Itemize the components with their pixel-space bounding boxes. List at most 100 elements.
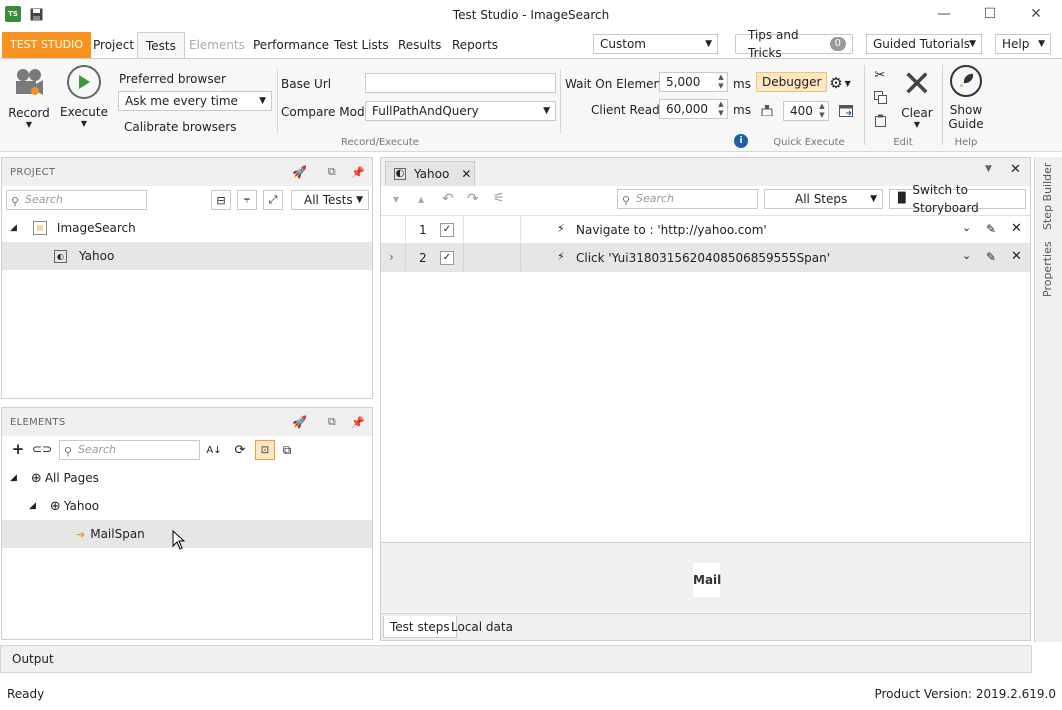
step-grip[interactable] [381,216,406,243]
project-icon: ▤ [32,221,47,235]
restore-icon[interactable]: ⧉ [324,164,340,180]
side-tab-step-builder[interactable]: Step Builder [1041,163,1054,230]
copy-icon[interactable] [872,89,888,105]
sort-icon[interactable]: A↓ [205,441,223,459]
redo-icon[interactable]: ↷ [467,191,479,207]
guided-tutorials-button[interactable]: Guided Tutorials ▼ [866,34,982,54]
move-up-icon[interactable]: ▲ [418,195,424,204]
cut-icon[interactable]: ✂ [872,67,888,83]
step-row-1[interactable]: 1 ✓ ⚡ Navigate to : 'http://yahoo.com' ⌄… [381,216,1030,244]
switch-storyboard-button[interactable]: ▐▌ Switch to Storyboard [889,183,1026,215]
tips-button[interactable]: Tips and Tricks 0 [735,28,853,60]
tree-item-yahoo-page[interactable]: ◢ ⊕ Yahoo [2,492,372,520]
wait-on-elements-label: Wait On Elements [565,77,673,91]
edit-step-icon[interactable]: ✎ [986,250,996,264]
window-icon[interactable] [838,103,854,119]
move-down-icon[interactable]: ▼ [393,195,399,204]
highlight-toggle-icon[interactable]: ⊡ [255,440,275,460]
clear-button[interactable]: ✕ Clear ▼ [896,67,938,135]
compare-mode-select[interactable]: FullPathAndQuery ▼ [365,101,556,121]
status-bar: Ready Product Version: 2019.2.619.0 [0,680,1062,710]
tree-item-imagesearch[interactable]: ◢ ▤ ImageSearch [2,214,372,242]
execute-button[interactable]: Execute ▼ [60,65,108,135]
spinner-arrows-icon[interactable]: ▲ ▼ [715,100,727,118]
rocket-icon[interactable]: 🚀 [292,414,308,430]
group-label-record-execute: Record/Execute [341,137,419,148]
speed-input[interactable]: 400 ▲ ▼ [783,101,829,121]
tab-project[interactable]: Project [85,32,142,58]
collapse-triangle-icon[interactable]: ◢ [10,473,17,483]
compare-mode-value: FullPathAndQuery [372,104,479,118]
collapse-triangle-icon[interactable]: ◢ [29,501,36,511]
base-url-input[interactable] [365,73,556,93]
client-ready-input[interactable]: 60,000 ▲ ▼ [659,99,728,119]
tab-performance[interactable]: Performance [245,32,337,58]
output-bar[interactable]: Output [0,645,1032,673]
edit-step-icon[interactable]: ✎ [986,222,996,236]
step-row-2[interactable]: › 2 ✓ ⚡ Click 'Yui3180315620408506859555… [381,244,1030,272]
test-filter-select[interactable]: All Tests ▼ [291,190,369,210]
step-enabled-checkbox[interactable]: ✓ [440,251,454,265]
wait-on-elements-input[interactable]: 5,000 ▲ ▼ [659,72,728,92]
record-button[interactable]: Record ▼ [6,65,52,135]
calibrate-browsers-button[interactable]: Calibrate browsers [124,120,236,134]
step-expand-icon[interactable]: ⌄ [962,221,971,234]
spinner-arrows-icon[interactable]: ▲ ▼ [816,102,828,120]
help-menu-button[interactable]: Help ▼ [995,34,1051,54]
step-description: Click 'Yui3180315620408506859555Span' [576,251,831,265]
project-search-input[interactable]: ⚲ Search [6,190,147,210]
close-editor-icon[interactable]: ✕ [1010,162,1021,177]
delete-step-icon[interactable]: ✕ [1011,221,1022,236]
spinner-arrows-icon[interactable]: ▲ ▼ [715,73,727,91]
refresh-icon[interactable]: ⟳ [231,441,249,459]
test-editor: ◐ Yahoo ✕ ▼ ✕ ▼ ▲ ↶ ↷ ⚟ ⚲ Search All Ste… [380,157,1031,641]
collapse-triangle-icon[interactable]: ◢ [10,223,17,233]
show-guide-button[interactable]: Show Guide [946,65,986,135]
step-enabled-checkbox[interactable]: ✓ [440,223,454,237]
close-tab-icon[interactable]: ✕ [461,167,471,181]
side-tab-properties[interactable]: Properties [1041,241,1054,297]
tab-elements[interactable]: Elements [181,32,253,58]
search-icon: ⚲ [11,195,20,208]
info-icon[interactable]: i [734,134,748,148]
collapse-icon[interactable]: ⊟ [211,190,231,210]
link-icon[interactable]: ⊂⊃ [32,441,52,457]
steps-search-input[interactable]: ⚲ Search [617,189,758,209]
separator [560,69,561,133]
tab-local-data[interactable]: Local data [445,616,519,638]
rocket-icon[interactable]: 🚀 [292,164,308,180]
tab-dropdown-icon[interactable]: ▼ [985,164,992,174]
editor-tab-yahoo[interactable]: ◐ Yahoo ✕ [385,161,475,186]
close-window-button[interactable]: ✕ [1013,0,1059,28]
restore-icon[interactable]: ⧉ [324,414,340,430]
expand-all-icon[interactable]: ⤢ [263,190,283,210]
tree-item-all-pages[interactable]: ◢ ⊕ All Pages [2,464,372,492]
elements-search-input[interactable]: ⚲ Search [59,440,200,460]
pages-icon[interactable]: ⧉ [278,441,296,459]
debugger-toggle[interactable]: Debugger [756,72,828,92]
maximize-button[interactable]: ☐ [967,0,1013,28]
play-icon [67,65,101,99]
pin-icon[interactable]: 📌 [350,414,366,430]
tab-results[interactable]: Results [390,32,449,58]
steps-filter-select[interactable]: All Steps ▼ [764,189,883,209]
minimize-button[interactable]: — [921,0,967,28]
hierarchy-icon[interactable]: ⫧ [237,190,257,210]
paste-icon[interactable] [872,112,888,128]
tab-test-lists[interactable]: Test Lists [326,32,397,58]
tree-item-mailspan[interactable]: ➔ MailSpan [2,520,372,548]
add-icon[interactable]: + [10,440,26,458]
step-expand-icon[interactable]: ⌄ [962,249,971,262]
gear-icon[interactable]: ⚙ ▼ [826,74,854,92]
delete-step-icon[interactable]: ✕ [1011,249,1022,264]
tab-reports[interactable]: Reports [444,32,506,58]
tab-test-studio[interactable]: TEST STUDIO [2,32,91,58]
tree-item-yahoo-test[interactable]: ◐ Yahoo [2,242,372,270]
step-grip[interactable] [381,244,406,271]
undo-icon[interactable]: ↶ [442,191,454,207]
step-options-icon[interactable]: ⚟ [493,191,505,206]
preferred-browser-select[interactable]: Ask me every time ▼ [118,91,272,111]
pin-icon[interactable]: 📌 [350,164,366,180]
tab-tests[interactable]: Tests [137,32,185,58]
layout-combo[interactable]: Custom ▼ [593,34,718,54]
